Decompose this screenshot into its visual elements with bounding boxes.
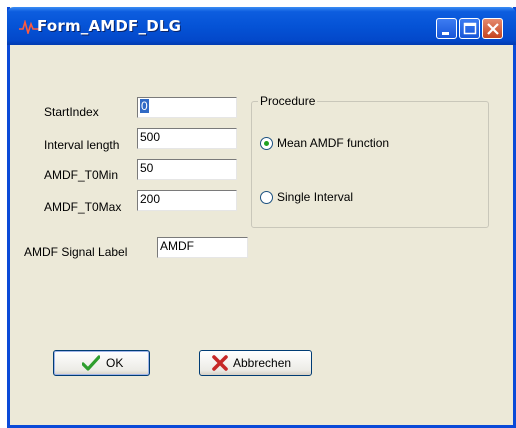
- radio-selected-dot: [264, 141, 269, 146]
- amdf-t0min-input[interactable]: 50: [137, 159, 237, 180]
- amdf-signal-label-label: AMDF Signal Label: [24, 245, 128, 259]
- start-index-input[interactable]: 0: [137, 97, 237, 118]
- interval-length-label: Interval length: [44, 138, 120, 152]
- maximize-button[interactable]: [459, 18, 480, 39]
- minimize-icon: [442, 32, 449, 35]
- window-title: Form_AMDF_DLG: [37, 17, 182, 35]
- start-index-value: 0: [140, 99, 149, 113]
- procedure-groupbox: [251, 101, 489, 228]
- title-bar[interactable]: Form_AMDF_DLG: [7, 7, 516, 45]
- cancel-label: Abbrechen: [233, 356, 292, 370]
- cancel-button[interactable]: Abbrechen: [199, 350, 312, 376]
- close-button[interactable]: [482, 18, 503, 39]
- waveform-icon: [19, 20, 39, 34]
- start-index-label: StartIndex: [44, 105, 99, 119]
- mean-amdf-label[interactable]: Mean AMDF function: [277, 136, 389, 150]
- checkmark-icon: [82, 355, 100, 371]
- close-icon: [487, 23, 499, 35]
- ok-button[interactable]: OK: [53, 350, 150, 376]
- maximize-icon: [463, 22, 477, 35]
- amdf-t0max-input[interactable]: 200: [137, 190, 237, 211]
- interval-length-input[interactable]: 500: [137, 128, 237, 149]
- x-cross-icon: [212, 355, 228, 371]
- minimize-button[interactable]: [436, 18, 457, 39]
- procedure-group-title: Procedure: [258, 94, 318, 108]
- amdf-signal-label-input[interactable]: AMDF: [157, 237, 248, 258]
- amdf-t0max-label: AMDF_T0Max: [44, 200, 122, 214]
- ok-label: OK: [106, 356, 124, 370]
- single-interval-label[interactable]: Single Interval: [277, 190, 353, 204]
- mean-amdf-radio[interactable]: [260, 137, 273, 150]
- single-interval-radio[interactable]: [260, 191, 273, 204]
- amdf-t0min-label: AMDF_T0Min: [44, 168, 119, 182]
